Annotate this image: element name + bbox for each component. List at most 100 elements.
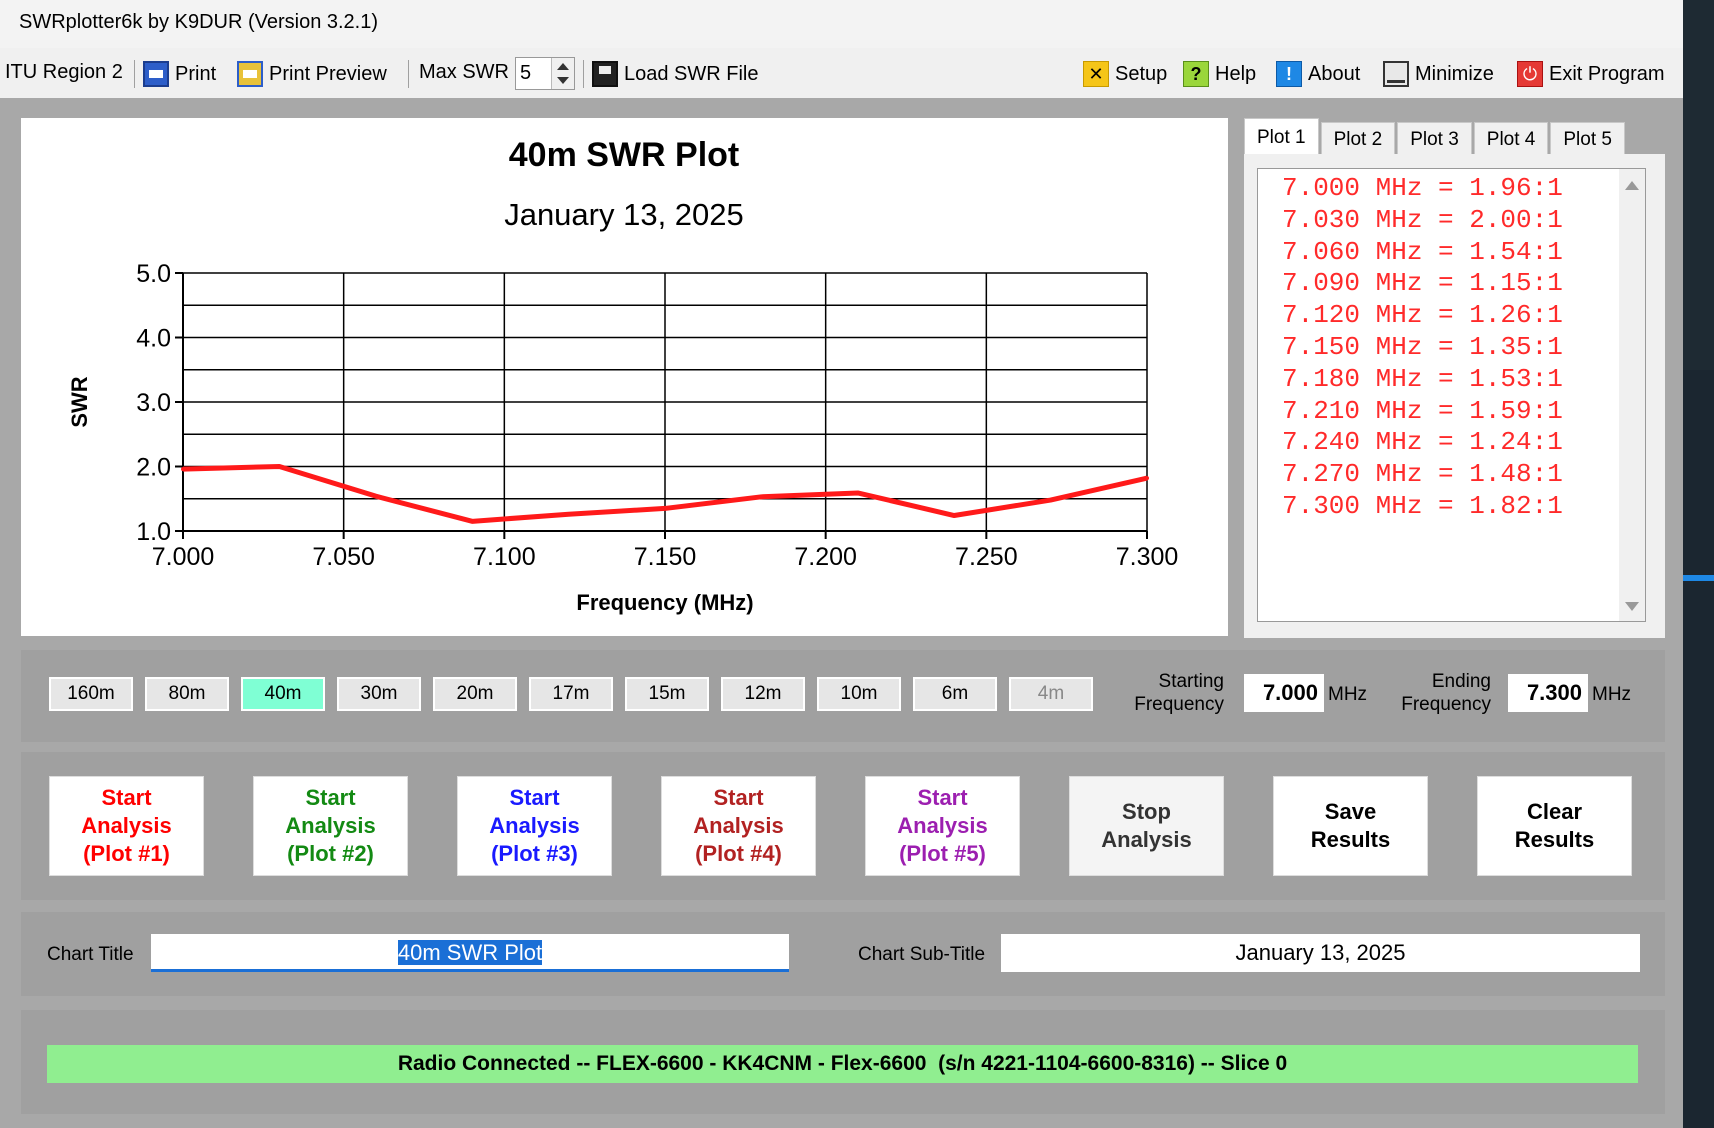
start-line: Start — [509, 785, 560, 810]
start-analysis-plot2-label: Start Analysis (Plot #2) — [285, 784, 376, 868]
list-item[interactable]: 7.030 MHz = 2.00:1 — [1258, 205, 1645, 237]
start-analysis-plot3-button[interactable]: Start Analysis (Plot #3) — [457, 776, 612, 876]
scroll-down-icon[interactable] — [1625, 602, 1639, 611]
background-window — [1683, 370, 1714, 1128]
spin-down-icon[interactable] — [557, 77, 569, 84]
list-item[interactable]: 7.150 MHz = 1.35:1 — [1258, 332, 1645, 364]
band-button-15m[interactable]: 15m — [625, 677, 709, 711]
band-button-160m[interactable]: 160m — [49, 677, 133, 711]
max-swr-value: 5 — [520, 62, 532, 84]
band-button-17m[interactable]: 17m — [529, 677, 613, 711]
setup-label: Setup — [1115, 62, 1168, 85]
chart-subtitle-input[interactable]: January 13, 2025 — [1001, 934, 1640, 972]
about-button[interactable]: ! About — [1276, 61, 1360, 87]
plot-line: (Plot #1) — [83, 841, 170, 866]
band-button-6m[interactable]: 6m — [913, 677, 997, 711]
list-item[interactable]: 7.060 MHz = 1.54:1 — [1258, 237, 1645, 269]
plot-line: (Plot #2) — [287, 841, 374, 866]
print-preview-icon — [237, 61, 263, 87]
print-label: Print — [175, 62, 217, 85]
start-analysis-plot3-label: Start Analysis (Plot #3) — [489, 784, 580, 868]
chart-title-input[interactable]: 40m SWR Plot — [151, 934, 789, 972]
data-point — [373, 494, 378, 499]
start-frequency-label-line2: Frequency — [1134, 694, 1224, 715]
print-preview-button[interactable]: Print Preview — [237, 61, 387, 87]
chart-title-input-value: 40m SWR Plot — [397, 940, 543, 965]
start-analysis-plot4-button[interactable]: Start Analysis (Plot #4) — [661, 776, 816, 876]
tab-plot-1[interactable]: Plot 1 — [1244, 118, 1319, 156]
clear-line: Clear — [1526, 799, 1583, 824]
band-button-40m[interactable]: 40m — [241, 677, 325, 711]
save-results-button[interactable]: Save Results — [1273, 776, 1428, 876]
list-item[interactable]: 7.240 MHz = 1.24:1 — [1258, 427, 1645, 459]
spinner-arrows[interactable] — [551, 58, 574, 89]
load-swr-label: Load SWR File — [624, 62, 759, 85]
region-label[interactable]: ITU Region 2 — [5, 61, 123, 84]
data-point — [855, 490, 860, 495]
results-list[interactable]: 7.000 MHz = 1.96:1 7.030 MHz = 2.00:1 7.06… — [1257, 168, 1646, 622]
start-frequency-input[interactable]: 7.000 — [1244, 674, 1324, 712]
stop-analysis-button[interactable]: Stop Analysis — [1069, 776, 1224, 876]
band-button-12m[interactable]: 12m — [721, 677, 805, 711]
end-frequency-input[interactable]: 7.300 — [1508, 674, 1588, 712]
start-analysis-plot5-button[interactable]: Start Analysis (Plot #5) — [865, 776, 1020, 876]
chart-title-label: Chart Title — [47, 944, 134, 965]
x-axis-label: Frequency (MHz) — [576, 590, 753, 615]
minimize-button[interactable]: Minimize — [1383, 61, 1494, 87]
chart-subtitle-label: Chart Sub-Title — [858, 944, 986, 965]
clear-results-button[interactable]: Clear Results — [1477, 776, 1632, 876]
end-frequency-label: Ending Frequency — [1387, 670, 1491, 716]
x-tick-label: 7.000 — [152, 543, 215, 571]
help-button[interactable]: ? Help — [1183, 61, 1256, 87]
results-scrollbar[interactable] — [1619, 169, 1645, 621]
start-analysis-plot1-label: Start Analysis (Plot #1) — [81, 784, 172, 868]
clear-results-label: Clear Results — [1515, 798, 1594, 854]
list-item[interactable]: 7.000 MHz = 1.96:1 — [1258, 173, 1645, 205]
end-frequency-unit: MHz — [1592, 684, 1632, 705]
x-tick-label: 7.250 — [955, 543, 1018, 571]
y-tick-label: 5.0 — [136, 260, 171, 288]
start-line: Start — [713, 785, 764, 810]
band-button-20m[interactable]: 20m — [433, 677, 517, 711]
tools-icon: ✕ — [1083, 61, 1109, 87]
tab-plot-4[interactable]: Plot 4 — [1473, 122, 1549, 156]
save-line: Save — [1324, 799, 1377, 824]
print-button[interactable]: Print — [143, 61, 216, 87]
start-analysis-plot2-button[interactable]: Start Analysis (Plot #2) — [253, 776, 408, 876]
band-button-10m[interactable]: 10m — [817, 677, 901, 711]
list-item[interactable]: 7.120 MHz = 1.26:1 — [1258, 300, 1645, 332]
plot-tabs: Plot 1 Plot 2 Plot 3 Plot 4 Plot 5 — [1244, 118, 1627, 156]
start-analysis-plot1-button[interactable]: Start Analysis (Plot #1) — [49, 776, 204, 876]
band-button-4m[interactable]: 4m — [1009, 677, 1093, 711]
exit-program-button[interactable]: ⏻ Exit Program — [1517, 61, 1665, 87]
tab-plot-5[interactable]: Plot 5 — [1550, 122, 1625, 156]
x-tick-label: 7.150 — [634, 543, 697, 571]
list-item[interactable]: 7.090 MHz = 1.15:1 — [1258, 268, 1645, 300]
band-button-30m[interactable]: 30m — [337, 677, 421, 711]
chart-title: 40m SWR Plot — [509, 136, 739, 174]
band-button-80m[interactable]: 80m — [145, 677, 229, 711]
y-axis-label: SWR — [67, 376, 92, 427]
list-item[interactable]: 7.270 MHz = 1.48:1 — [1258, 459, 1645, 491]
tab-plot-3[interactable]: Plot 3 — [1397, 122, 1472, 156]
swr-chart: 40m SWR Plot January 13, 2025 5.0 4.0 3.0 2.0… — [21, 118, 1228, 636]
list-item[interactable]: 7.180 MHz = 1.53:1 — [1258, 364, 1645, 396]
y-tick-label: 4.0 — [136, 325, 171, 353]
tab-plot-2[interactable]: Plot 2 — [1320, 122, 1396, 156]
analysis-line: Analysis — [897, 813, 988, 838]
load-swr-file-button[interactable]: Load SWR File — [592, 61, 759, 87]
spin-up-icon[interactable] — [557, 63, 569, 70]
title-bar: SWRplotter6k by K9DUR (Version 3.2.1) — [0, 0, 1683, 48]
toolbar-separator — [134, 60, 135, 88]
y-tick-label: 3.0 — [136, 389, 171, 417]
help-label: Help — [1215, 62, 1257, 85]
start-line: Start — [917, 785, 968, 810]
start-frequency-label: Starting Frequency — [1120, 670, 1224, 716]
app-window: SWRplotter6k by K9DUR (Version 3.2.1) IT… — [0, 0, 1683, 1128]
list-item[interactable]: 7.300 MHz = 1.82:1 — [1258, 491, 1645, 523]
scroll-up-icon[interactable] — [1625, 181, 1639, 190]
list-item[interactable]: 7.210 MHz = 1.59:1 — [1258, 396, 1645, 428]
plot-line: (Plot #4) — [695, 841, 782, 866]
max-swr-spinner[interactable]: 5 — [515, 57, 575, 90]
setup-button[interactable]: ✕ Setup — [1083, 61, 1167, 87]
